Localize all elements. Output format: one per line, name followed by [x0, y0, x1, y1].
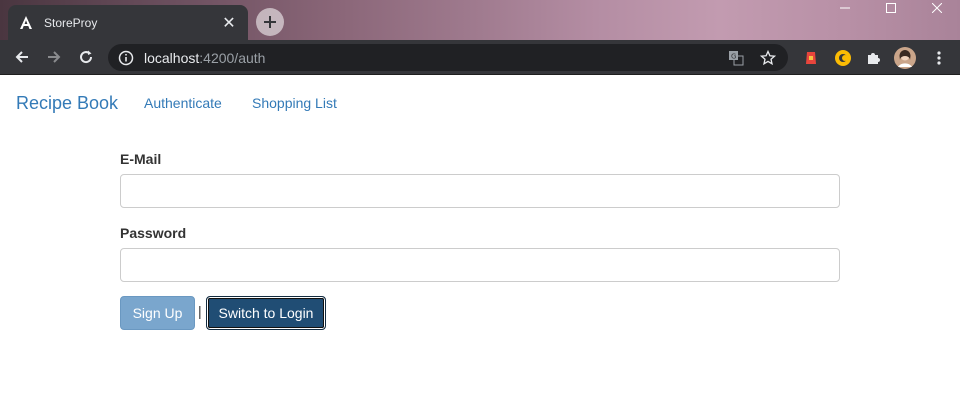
nav-link-shopping-list[interactable]: Shopping List	[252, 95, 337, 111]
reload-icon	[80, 50, 93, 64]
maximize-button[interactable]	[868, 0, 914, 16]
plus-icon	[264, 16, 276, 28]
puzzle-icon[interactable]	[862, 47, 884, 69]
browser-toolbar: localhost:4200/auth G	[0, 40, 960, 75]
arrow-left-icon	[15, 51, 28, 63]
extension-yellow-icon[interactable]	[832, 47, 854, 69]
avatar[interactable]	[894, 47, 916, 69]
back-button[interactable]	[10, 45, 34, 69]
brand-link[interactable]: Recipe Book	[16, 93, 118, 114]
close-icon	[932, 3, 942, 13]
translate-icon[interactable]: G	[726, 48, 746, 68]
browser-tabstrip: StoreProy ✕	[0, 0, 960, 40]
email-field[interactable]	[120, 174, 840, 208]
tab-title: StoreProy	[44, 15, 98, 30]
sign-up-button[interactable]: Sign Up	[120, 296, 195, 330]
close-tab-icon[interactable]: ✕	[220, 14, 238, 32]
url-host: localhost	[144, 49, 200, 66]
angular-icon	[18, 15, 34, 31]
email-label: E-Mail	[120, 151, 162, 167]
button-separator: |	[198, 303, 202, 319]
forward-button[interactable]	[42, 45, 66, 69]
password-label: Password	[120, 225, 187, 241]
maximize-icon	[886, 3, 896, 13]
menu-icon[interactable]	[928, 47, 950, 69]
close-window-button[interactable]	[914, 0, 960, 16]
star-icon[interactable]	[758, 48, 778, 68]
nav-link-authenticate[interactable]: Authenticate	[144, 95, 222, 111]
minimize-button[interactable]	[822, 0, 868, 16]
svg-text:G: G	[731, 53, 736, 61]
app-navbar: Recipe Book Authenticate Shopping List	[0, 76, 960, 130]
new-tab-button[interactable]	[256, 8, 284, 36]
address-bar[interactable]: localhost:4200/auth G	[108, 44, 788, 71]
url-path: :4200/auth	[199, 49, 266, 66]
info-icon[interactable]	[118, 50, 134, 66]
extension-red-icon[interactable]	[800, 47, 822, 69]
browser-tab[interactable]: StoreProy ✕	[8, 5, 248, 40]
minimize-icon	[840, 7, 850, 9]
switch-to-login-button[interactable]: Switch to Login	[206, 296, 326, 330]
arrow-right-icon	[48, 51, 61, 63]
password-field[interactable]	[120, 248, 840, 282]
reload-button[interactable]	[74, 45, 98, 69]
